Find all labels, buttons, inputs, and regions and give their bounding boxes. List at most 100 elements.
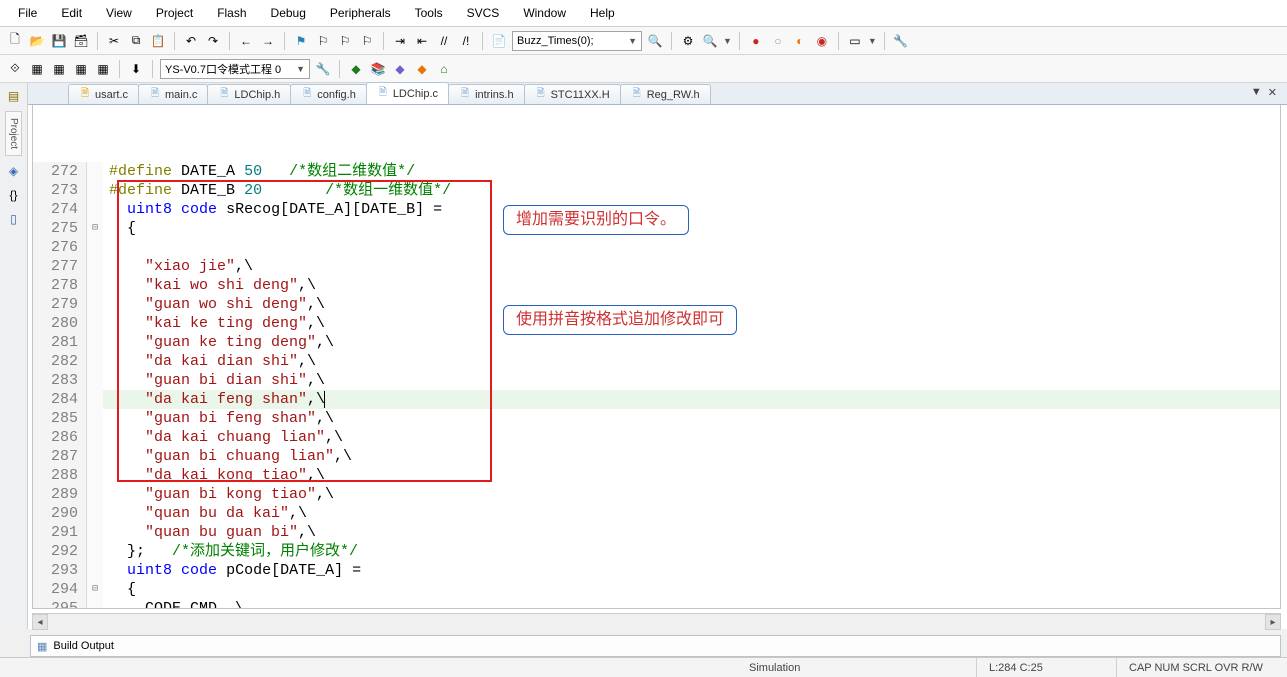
- code-line[interactable]: 273#define DATE_B 20 /*数组一维数值*/: [33, 181, 1280, 200]
- breakpoint-icon[interactable]: ●: [747, 32, 765, 50]
- code-line[interactable]: 287 "guan bi chuang lian",\: [33, 447, 1280, 466]
- code-line[interactable]: 291 "quan bu guan bi",\: [33, 523, 1280, 542]
- code-text[interactable]: "xiao jie",\: [103, 257, 1280, 276]
- code-text[interactable]: "da kai dian shi",\: [103, 352, 1280, 371]
- uncomment-icon[interactable]: /!: [457, 32, 475, 50]
- code-text[interactable]: "guan bi dian shi",\: [103, 371, 1280, 390]
- manage-icon[interactable]: ◆: [347, 60, 365, 78]
- outdent-icon[interactable]: ⇤: [413, 32, 431, 50]
- stop-build-icon[interactable]: ▦: [94, 60, 112, 78]
- code-text[interactable]: "da kai feng shan",\: [103, 390, 1280, 409]
- new-file-icon[interactable]: 🗋: [6, 32, 24, 50]
- file-tab-intrins-h[interactable]: 🗎intrins.h: [448, 84, 525, 104]
- menu-help[interactable]: Help: [580, 3, 625, 23]
- code-line[interactable]: 295 CODE_CMD, \: [33, 599, 1280, 608]
- menu-svcs[interactable]: SVCS: [457, 3, 510, 23]
- code-line[interactable]: 294⊟ {: [33, 580, 1280, 599]
- file-tab-LDChip-c[interactable]: 🗎LDChip.c: [366, 82, 449, 104]
- sidebar-toggle-icon[interactable]: ▤: [5, 87, 23, 105]
- menu-flash[interactable]: Flash: [207, 3, 256, 23]
- code-line[interactable]: 281 "guan ke ting deng",\: [33, 333, 1280, 352]
- code-text[interactable]: }; /*添加关键词，用户修改*/: [103, 542, 1280, 561]
- code-text[interactable]: uint8 code pCode[DATE_A] =: [103, 561, 1280, 580]
- fold-gutter[interactable]: ⊟: [87, 580, 103, 599]
- code-text[interactable]: "quan bu da kai",\: [103, 504, 1280, 523]
- code-line[interactable]: 289 "guan bi kong tiao",\: [33, 485, 1280, 504]
- code-line[interactable]: 286 "da kai chuang lian",\: [33, 428, 1280, 447]
- menu-peripherals[interactable]: Peripherals: [320, 3, 401, 23]
- tab-close-icon[interactable]: ✕: [1268, 86, 1277, 99]
- save-all-icon[interactable]: 🗃: [72, 32, 90, 50]
- code-text[interactable]: "kai wo shi deng",\: [103, 276, 1280, 295]
- find-icon[interactable]: 🔍: [646, 32, 664, 50]
- open-icon[interactable]: 📂: [28, 32, 46, 50]
- file-tab-config-h[interactable]: 🗎config.h: [290, 84, 367, 104]
- translate-icon[interactable]: ⟐: [6, 60, 24, 78]
- tools-icon[interactable]: 🔧: [892, 32, 910, 50]
- code-text[interactable]: "guan bi feng shan",\: [103, 409, 1280, 428]
- scroll-right-icon[interactable]: ▸: [1265, 614, 1281, 630]
- code-line[interactable]: 292 }; /*添加关键词，用户修改*/: [33, 542, 1280, 561]
- menu-project[interactable]: Project: [146, 3, 203, 23]
- code-line[interactable]: 284 "da kai feng shan",\: [33, 390, 1280, 409]
- comment-icon[interactable]: //: [435, 32, 453, 50]
- templates-icon[interactable]: {}: [5, 186, 23, 204]
- redo-icon[interactable]: ↷: [204, 32, 222, 50]
- code-line[interactable]: 276: [33, 238, 1280, 257]
- bookmark-clear-icon[interactable]: ⚐: [358, 32, 376, 50]
- code-text[interactable]: "guan bi chuang lian",\: [103, 447, 1280, 466]
- code-text[interactable]: {: [103, 219, 1280, 238]
- code-text[interactable]: #define DATE_B 20 /*数组一维数值*/: [103, 181, 1280, 200]
- code-line[interactable]: 272#define DATE_A 50 /*数组二维数值*/: [33, 162, 1280, 181]
- code-text[interactable]: uint8 code sRecog[DATE_A][DATE_B] =: [103, 200, 1280, 219]
- copy-icon[interactable]: ⧉: [127, 32, 145, 50]
- code-text[interactable]: #define DATE_A 50 /*数组二维数值*/: [103, 162, 1280, 181]
- code-line[interactable]: 293 uint8 code pCode[DATE_A] =: [33, 561, 1280, 580]
- code-text[interactable]: CODE_CMD, \: [103, 599, 1280, 608]
- bookmark-next-icon[interactable]: ⚐: [336, 32, 354, 50]
- code-text[interactable]: "da kai kong tiao",\: [103, 466, 1280, 485]
- file-tab-LDChip-h[interactable]: 🗎LDChip.h: [207, 84, 291, 104]
- menu-view[interactable]: View: [96, 3, 142, 23]
- code-text[interactable]: "guan ke ting deng",\: [103, 333, 1280, 352]
- code-line[interactable]: 288 "da kai kong tiao",\: [33, 466, 1280, 485]
- code-text[interactable]: [103, 238, 1280, 257]
- cut-icon[interactable]: ✂: [105, 32, 123, 50]
- horizontal-scrollbar[interactable]: ◂ ▸: [32, 613, 1281, 629]
- outline-icon[interactable]: ▯: [5, 210, 23, 228]
- breakpoint-disable-icon[interactable]: ○: [769, 32, 787, 50]
- bookmark-prev-icon[interactable]: ⚐: [314, 32, 332, 50]
- file-tab-Reg_RW-h[interactable]: 🗎Reg_RW.h: [620, 84, 711, 104]
- code-line[interactable]: 283 "guan bi dian shi",\: [33, 371, 1280, 390]
- code-line[interactable]: 277 "xiao jie",\: [33, 257, 1280, 276]
- home-icon[interactable]: ⌂: [435, 60, 453, 78]
- breakpoint-kill-icon[interactable]: ◐: [791, 32, 809, 50]
- download-icon[interactable]: ⬇: [127, 60, 145, 78]
- target-options-icon[interactable]: 🔧: [314, 60, 332, 78]
- code-line[interactable]: 282 "da kai dian shi",\: [33, 352, 1280, 371]
- build-output-panel[interactable]: ▦ Build Output: [30, 635, 1281, 657]
- menu-tools[interactable]: Tools: [405, 3, 453, 23]
- menu-file[interactable]: File: [8, 3, 47, 23]
- menu-debug[interactable]: Debug: [261, 3, 316, 23]
- target-combo[interactable]: YS-V0.7口令模式工程 0 ▼: [160, 59, 310, 79]
- code-text[interactable]: "guan bi kong tiao",\: [103, 485, 1280, 504]
- code-text[interactable]: "quan bu guan bi",\: [103, 523, 1280, 542]
- code-editor[interactable]: 272#define DATE_A 50 /*数组二维数值*/273#defin…: [33, 105, 1280, 608]
- file-tab-usart-c[interactable]: 🗎usart.c: [68, 84, 139, 104]
- project-tab[interactable]: Project: [5, 111, 22, 156]
- code-text[interactable]: "da kai chuang lian",\: [103, 428, 1280, 447]
- menu-edit[interactable]: Edit: [51, 3, 92, 23]
- find-combo[interactable]: Buzz_Times(0); ▼: [512, 31, 642, 51]
- nav-back-icon[interactable]: ←: [237, 32, 255, 50]
- scroll-left-icon[interactable]: ◂: [32, 614, 48, 630]
- fold-gutter[interactable]: ⊟: [87, 219, 103, 238]
- window-icon[interactable]: ▭: [846, 32, 864, 50]
- code-text[interactable]: {: [103, 580, 1280, 599]
- code-line[interactable]: 278 "kai wo shi deng",\: [33, 276, 1280, 295]
- bookmark-icon[interactable]: ⚑: [292, 32, 310, 50]
- batch-build-icon[interactable]: ▦: [72, 60, 90, 78]
- paste-icon[interactable]: 📋: [149, 32, 167, 50]
- tab-menu-icon[interactable]: ▼: [1251, 86, 1262, 99]
- indent-icon[interactable]: ⇥: [391, 32, 409, 50]
